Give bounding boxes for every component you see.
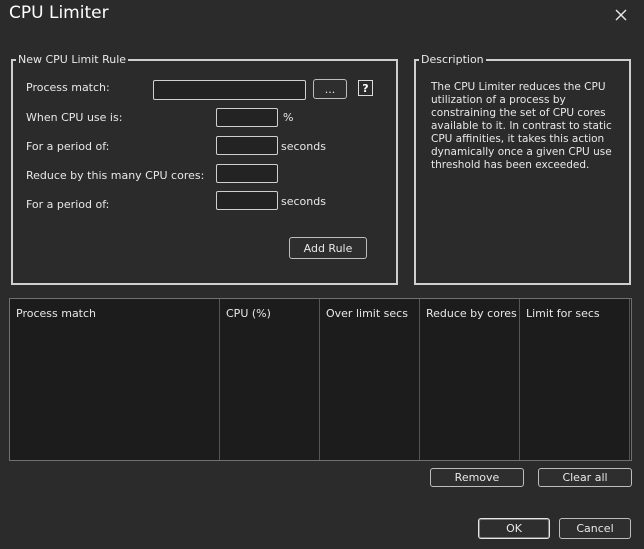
- description-line: threshold has been exceeded.: [431, 159, 590, 171]
- period-of-unit: seconds: [281, 140, 326, 153]
- process-match-label: Process match:: [26, 81, 110, 94]
- add-rule-button[interactable]: Add Rule: [289, 237, 367, 259]
- column-divider: [419, 299, 420, 460]
- limit-period-label: For a period of:: [26, 198, 110, 211]
- cpu-use-unit: %: [283, 111, 294, 124]
- limit-period-unit: seconds: [281, 195, 326, 208]
- column-divider: [319, 299, 320, 460]
- process-match-input[interactable]: [153, 80, 306, 100]
- column-divider: [519, 299, 520, 460]
- column-header-over-limit-secs[interactable]: Over limit secs: [326, 307, 408, 320]
- browse-button[interactable]: ...: [313, 79, 347, 99]
- column-header-cpu[interactable]: CPU (%): [226, 307, 271, 320]
- clear-all-button[interactable]: Clear all: [538, 468, 632, 487]
- cpu-use-label: When CPU use is:: [26, 111, 123, 124]
- ok-button[interactable]: OK: [478, 518, 550, 539]
- rule-group-legend: New CPU Limit Rule: [16, 53, 129, 66]
- description-line: constraining the set of CPU cores: [431, 107, 606, 119]
- period-of-label: For a period of:: [26, 140, 110, 153]
- reduce-cores-input[interactable]: [216, 164, 278, 183]
- rules-table[interactable]: Process match CPU (%) Over limit secs Re…: [9, 298, 632, 461]
- column-header-reduce-by-cores[interactable]: Reduce by cores: [426, 307, 517, 320]
- close-icon[interactable]: [612, 6, 630, 24]
- column-header-limit-for-secs[interactable]: Limit for secs: [526, 307, 600, 320]
- reduce-cores-label: Reduce by this many CPU cores:: [26, 169, 205, 182]
- remove-button[interactable]: Remove: [430, 468, 524, 487]
- cancel-button[interactable]: Cancel: [559, 518, 631, 539]
- description-line: CPU affinities, it takes this action: [431, 133, 605, 145]
- window-title: CPU Limiter: [9, 3, 109, 23]
- description-line: utilization of a process by: [431, 94, 566, 106]
- period-of-input[interactable]: [216, 136, 278, 155]
- description-legend: Description: [419, 53, 486, 66]
- column-header-process-match[interactable]: Process match: [16, 307, 96, 320]
- column-divider: [219, 299, 220, 460]
- description-text: The CPU Limiter reduces the CPU utilizat…: [431, 81, 626, 172]
- description-line: The CPU Limiter reduces the CPU: [431, 81, 606, 93]
- limit-period-input[interactable]: [216, 191, 278, 210]
- column-divider: [629, 299, 630, 460]
- description-line: available to it. In contrast to static: [431, 120, 612, 132]
- cpu-use-input[interactable]: [216, 108, 278, 127]
- description-line: dynamically once a given CPU use: [431, 146, 612, 158]
- help-icon[interactable]: ?: [358, 80, 373, 96]
